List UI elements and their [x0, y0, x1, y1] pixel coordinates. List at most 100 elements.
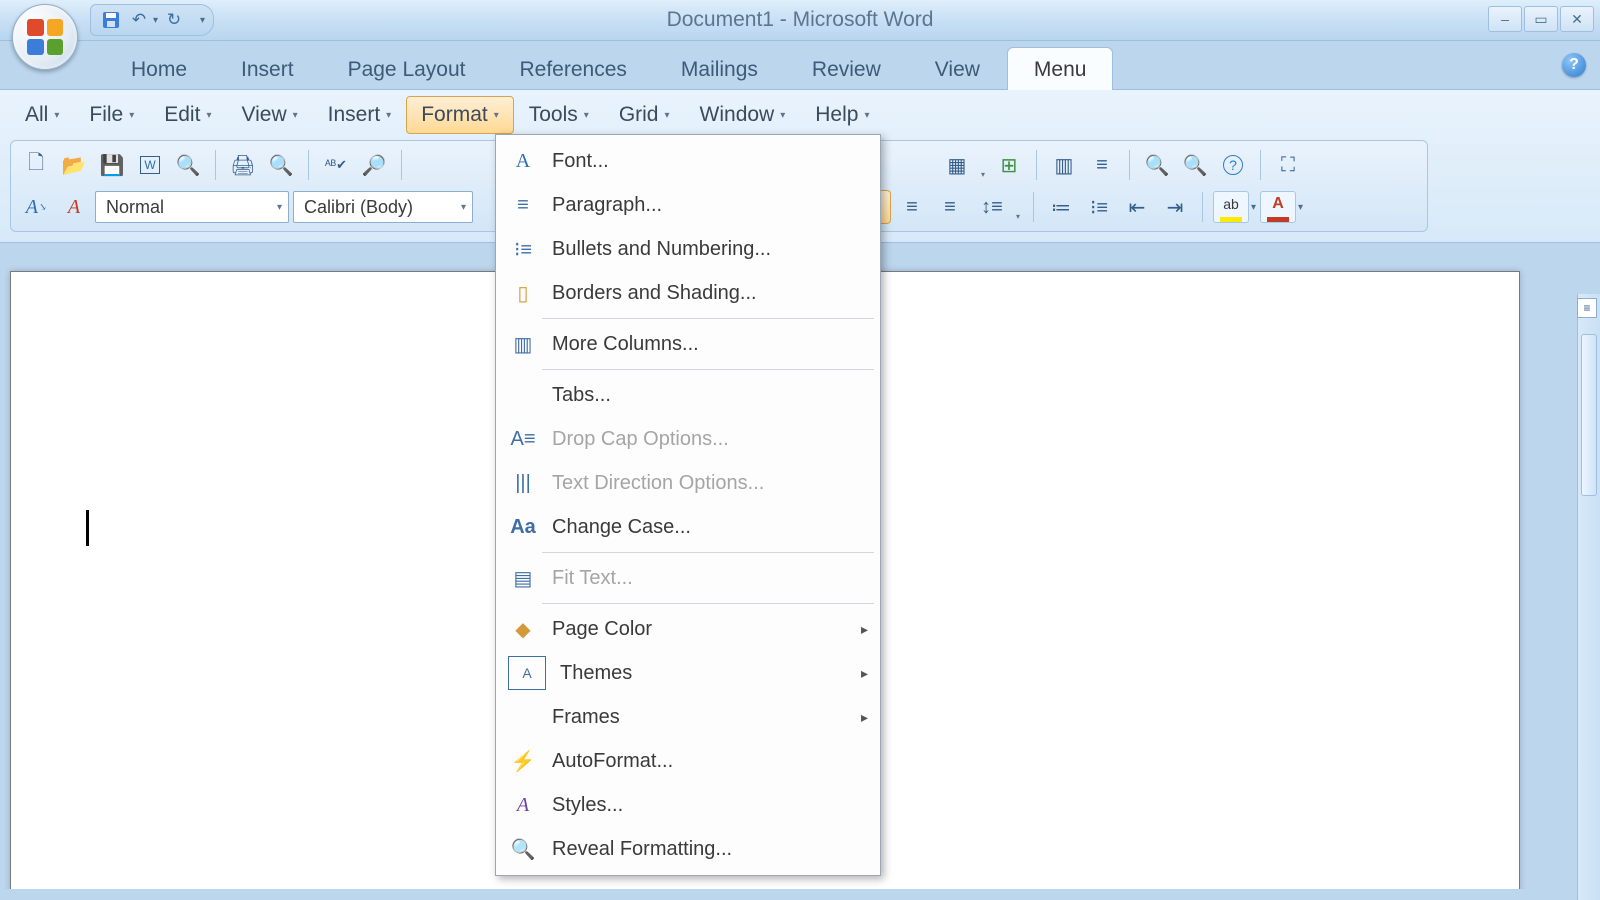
fullscreen-icon[interactable]: ⛶: [1271, 148, 1305, 182]
help-icon[interactable]: ?: [1562, 53, 1586, 77]
menu-grid[interactable]: Grid▾: [604, 96, 685, 134]
format-tabs[interactable]: Tabs...: [498, 373, 878, 417]
format-frames[interactable]: Frames ▸: [498, 695, 878, 739]
chevron-down-icon: ▾: [461, 202, 466, 213]
window-title: Document1 - Microsoft Word: [0, 8, 1600, 32]
permission-icon[interactable]: 🔍: [171, 148, 205, 182]
submenu-arrow-icon: ▸: [861, 621, 868, 638]
indent-increase-icon[interactable]: ⇥: [1158, 190, 1192, 224]
menu-view[interactable]: View▾: [226, 96, 312, 134]
font-combo-value: Calibri (Body): [304, 197, 413, 218]
styles-pane-icon[interactable]: A↘: [19, 190, 53, 224]
maximize-button[interactable]: ▭: [1524, 6, 1558, 32]
close-button[interactable]: ✕: [1560, 6, 1594, 32]
highlight-color-button[interactable]: ab: [1213, 191, 1249, 223]
ribbon: All▾ File▾ Edit▾ View▾ Insert▾ Format▾ T…: [0, 90, 1600, 243]
minimize-button[interactable]: –: [1488, 6, 1522, 32]
open-icon[interactable]: 📂: [57, 148, 91, 182]
format-drop-cap: A≡ Drop Cap Options...: [498, 417, 878, 461]
borders-icon: ▯: [508, 278, 538, 308]
page-color-icon: ◆: [508, 614, 538, 644]
save-icon[interactable]: [99, 8, 123, 32]
menu-file[interactable]: File▾: [74, 96, 149, 134]
qat-customize-icon[interactable]: ▾: [200, 15, 205, 26]
clear-format-icon[interactable]: A: [57, 190, 91, 224]
ribbon-tabs: Home Insert Page Layout References Maili…: [0, 41, 1600, 90]
format-styles[interactable]: A Styles...: [498, 783, 878, 827]
tab-insert[interactable]: Insert: [214, 47, 321, 90]
columns-icon[interactable]: ▥: [1047, 148, 1081, 182]
undo-icon[interactable]: ↶: [127, 8, 151, 32]
format-borders[interactable]: ▯ Borders and Shading...: [498, 271, 878, 315]
align-center-icon[interactable]: ≡: [895, 190, 929, 224]
chevron-down-icon: ▾: [277, 202, 282, 213]
format-paragraph[interactable]: ≡ Paragraph...: [498, 183, 878, 227]
spellcheck-icon[interactable]: ᴬᴮ✔: [319, 148, 353, 182]
format-page-color[interactable]: ◆ Page Color ▸: [498, 607, 878, 651]
menu-insert[interactable]: Insert▾: [313, 96, 407, 134]
themes-icon: A: [508, 656, 546, 690]
font-icon: A: [508, 146, 538, 176]
chevron-down-icon[interactable]: ▾: [1251, 202, 1256, 213]
submenu-arrow-icon: ▸: [861, 665, 868, 682]
tab-view[interactable]: View: [908, 47, 1007, 90]
menu-help[interactable]: Help▾: [800, 96, 884, 134]
tab-home[interactable]: Home: [104, 47, 214, 90]
submenu-arrow-icon: ▸: [861, 709, 868, 726]
format-font[interactable]: A Font...: [498, 139, 878, 183]
paragraph-icon: ≡: [508, 190, 538, 220]
format-bullets[interactable]: ⁝≡ Bullets and Numbering...: [498, 227, 878, 271]
drawing-icon[interactable]: ≡: [1085, 148, 1119, 182]
table-icon[interactable]: ▦▾: [936, 148, 988, 182]
menu-tools[interactable]: Tools▾: [514, 96, 604, 134]
app-name: Microsoft Word: [793, 8, 934, 31]
menu-format[interactable]: Format▾: [406, 96, 514, 134]
format-change-case[interactable]: Aa Change Case...: [498, 505, 878, 549]
menu-all[interactable]: All▾: [10, 96, 74, 134]
research-icon[interactable]: 🔎: [357, 148, 391, 182]
office-button[interactable]: [12, 4, 78, 70]
format-autoformat[interactable]: ⚡ AutoFormat...: [498, 739, 878, 783]
excel-icon[interactable]: ⊞: [992, 148, 1026, 182]
word-doc-icon[interactable]: W: [133, 148, 167, 182]
chevron-down-icon[interactable]: ▾: [1298, 202, 1303, 213]
quick-access-toolbar: ↶ ▾ ↻ ▾: [90, 4, 214, 36]
print-preview-icon[interactable]: 🔍: [264, 148, 298, 182]
doc-name: Document1: [667, 8, 774, 31]
format-themes[interactable]: A Themes ▸: [498, 651, 878, 695]
text-cursor: [86, 510, 89, 546]
menu-edit[interactable]: Edit▾: [149, 96, 226, 134]
font-color-button[interactable]: A: [1260, 191, 1296, 223]
numbering-icon[interactable]: ≔: [1044, 190, 1078, 224]
tab-menu[interactable]: Menu: [1007, 47, 1114, 90]
tab-review[interactable]: Review: [785, 47, 908, 90]
line-spacing-icon[interactable]: ↕≡▾: [971, 190, 1023, 224]
align-right-icon[interactable]: ≡: [933, 190, 967, 224]
ruler-toggle-icon[interactable]: ≡: [1577, 298, 1597, 318]
style-combo[interactable]: Normal ▾: [95, 191, 289, 223]
save-icon[interactable]: 💾: [95, 148, 129, 182]
tab-references[interactable]: References: [493, 47, 654, 90]
zoom-icon[interactable]: 🔍: [1178, 148, 1212, 182]
menu-window[interactable]: Window▾: [685, 96, 801, 134]
autoformat-icon: ⚡: [508, 746, 538, 776]
print-icon[interactable]: 🖨: [226, 148, 260, 182]
tab-page-layout[interactable]: Page Layout: [321, 47, 493, 90]
bullets-icon[interactable]: ⁝≡: [1082, 190, 1116, 224]
classic-menu-bar: All▾ File▾ Edit▾ View▾ Insert▾ Format▾ T…: [10, 96, 1590, 134]
vertical-scrollbar[interactable]: [1577, 294, 1600, 900]
doc-map-icon[interactable]: 🔍: [1140, 148, 1174, 182]
indent-decrease-icon[interactable]: ⇤: [1120, 190, 1154, 224]
format-columns[interactable]: ▥ More Columns...: [498, 322, 878, 366]
reveal-formatting-icon: 🔍: [508, 834, 538, 864]
scrollbar-thumb[interactable]: [1581, 334, 1597, 496]
tab-mailings[interactable]: Mailings: [654, 47, 785, 90]
titlebar: ↶ ▾ ↻ ▾ Document1 - Microsoft Word – ▭ ✕: [0, 0, 1600, 41]
format-reveal[interactable]: 🔍 Reveal Formatting...: [498, 827, 878, 871]
new-doc-icon[interactable]: 🗋: [19, 148, 53, 182]
redo-icon[interactable]: ↻: [162, 8, 186, 32]
chevron-down-icon[interactable]: ▾: [153, 15, 158, 26]
help-toolbar-icon[interactable]: ?: [1216, 148, 1250, 182]
font-combo[interactable]: Calibri (Body) ▾: [293, 191, 473, 223]
format-text-direction: ||| Text Direction Options...: [498, 461, 878, 505]
